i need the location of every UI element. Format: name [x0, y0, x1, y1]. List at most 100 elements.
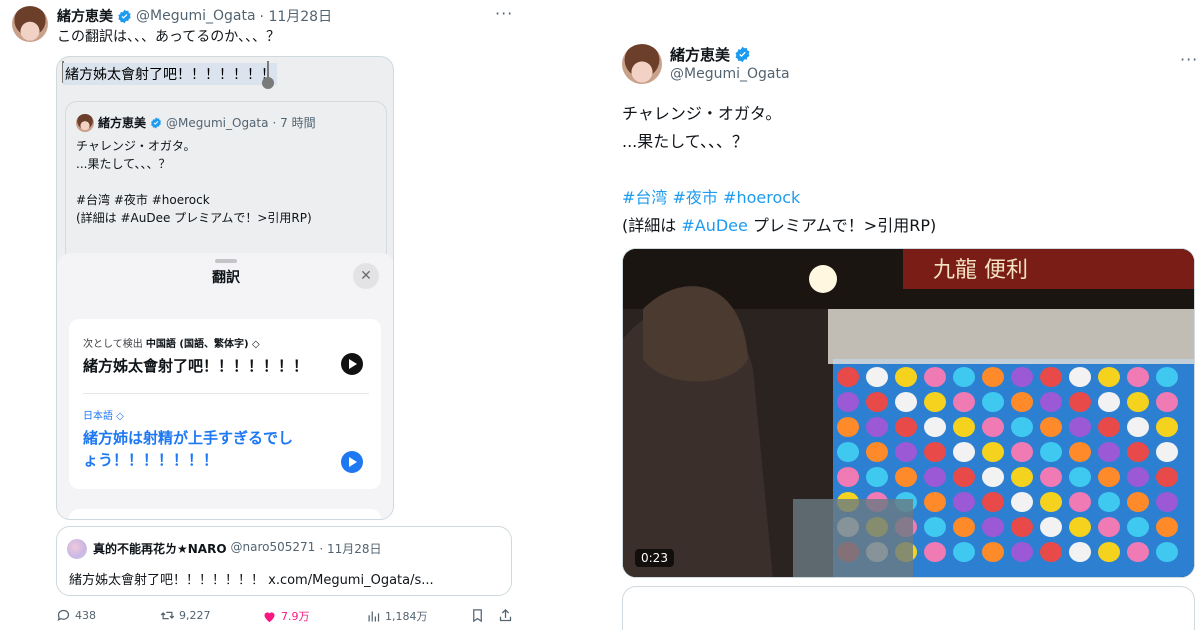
balloon [953, 492, 975, 512]
source-language: 中国語 (国語、繁体字) ◇ [145, 339, 260, 350]
author-name-row: 緒方恵美 [670, 44, 751, 65]
source-language-label[interactable]: 次として検出 中国語 (国語、繁体字) ◇ [83, 335, 260, 350]
balloon [1098, 467, 1120, 487]
balloon [1011, 542, 1033, 562]
tweet-header: 緒方恵美 @Megumi_Ogata · 11月28日 [57, 6, 332, 26]
balloon [953, 467, 975, 487]
hashtag-line: #台湾 #夜市 #hoerock [622, 184, 936, 212]
balloon [982, 517, 1004, 537]
author-handle: @naro505271 [230, 540, 316, 554]
hashtag-link[interactable]: #台湾 [622, 188, 667, 207]
balloon [1069, 517, 1091, 537]
avatar[interactable] [622, 44, 662, 84]
text-line: チャレンジ・オガタ。 [622, 104, 782, 123]
avatar [67, 539, 87, 559]
quoted-tweet-text: 緒方姊太會射了吧！！！！！！！ x.com/Megumi_Ogata/s... [69, 573, 434, 588]
balloon [866, 417, 888, 437]
like-count: 7.9万 [281, 610, 310, 623]
balloon [837, 392, 859, 412]
video-player[interactable]: 九龍 便利 0:23 [622, 248, 1195, 578]
balloon [837, 417, 859, 437]
close-icon[interactable]: ✕ [353, 263, 379, 289]
detail-suffix: プレミアムで！>引用RP) [747, 216, 937, 235]
hashtag-link[interactable]: #hoerock [723, 188, 800, 207]
repost-count: 9,227 [179, 609, 211, 622]
play-source-icon[interactable] [341, 353, 363, 375]
more-icon[interactable]: ··· [1180, 50, 1198, 69]
translated-text: 緒方姉は射精が上手すぎるでしょう！！！！！！！ [83, 429, 294, 469]
balloon [953, 517, 975, 537]
balloon [1069, 492, 1091, 512]
balloon [924, 467, 946, 487]
balloon [837, 367, 859, 387]
quoted-tweet-header: 真的不能再花ㄌ★NARO @naro505271 · 11月28日 [93, 540, 381, 557]
hashtag-link[interactable]: #夜市 [673, 188, 718, 207]
reply-button[interactable]: 438 [56, 608, 96, 623]
balloon [924, 442, 946, 462]
share-button[interactable] [498, 608, 513, 623]
share-icon [499, 608, 512, 622]
balloon [1040, 542, 1062, 562]
reply-icon [57, 609, 70, 622]
balloon [866, 367, 888, 387]
balloon [1127, 367, 1149, 387]
balloon [1040, 442, 1062, 462]
tweet-text: チャレンジ・オガタ。 ...果たして、、、？ #台湾 #夜市 #hoerock … [622, 100, 936, 240]
sheet-grabber[interactable] [215, 259, 237, 263]
quoted-tweet[interactable]: 真的不能再花ㄌ★NARO @naro505271 · 11月28日 緒方姊太會射… [56, 526, 512, 596]
author-name[interactable]: 緒方恵美 [670, 44, 730, 65]
balloon [924, 542, 946, 562]
attached-screenshot[interactable]: 緒方姊太會射了吧！！！！！！！ 緒方恵美 @Megumi_Ogata · 7 時… [56, 56, 394, 520]
video-frame: 九龍 便利 [623, 249, 1194, 577]
reply-count: 438 [75, 609, 96, 622]
balloon [1011, 517, 1033, 537]
author-handle[interactable]: @Megumi_Ogata [136, 8, 256, 24]
balloon [1156, 517, 1178, 537]
balloon [1127, 517, 1149, 537]
tweet-date[interactable]: · 11月28日 [260, 6, 333, 26]
more-icon[interactable]: ··· [495, 4, 513, 23]
text-line: ...果たして、、、？ [76, 157, 171, 171]
balloon [953, 442, 975, 462]
embedded-tweet-text: チャレンジ・オガタ。 ...果たして、、、？ #台湾 #夜市 #hoerock … [76, 137, 312, 227]
avatar[interactable] [12, 6, 48, 42]
balloon [1040, 417, 1062, 437]
balloon [895, 392, 917, 412]
balloon [1098, 417, 1120, 437]
balloon [953, 367, 975, 387]
repost-button[interactable]: 9,227 [160, 608, 211, 623]
balloon [982, 442, 1004, 462]
target-language[interactable]: 日本語 ◇ [83, 407, 124, 422]
balloon [1098, 542, 1120, 562]
right-tweet: 緒方恵美 @Megumi_Ogata ··· チャレンジ・オガタ。 ...果たし… [600, 0, 1200, 630]
play-translation-icon[interactable] [341, 451, 363, 473]
views-button[interactable]: 1,184万 [366, 608, 428, 624]
balloon [1011, 442, 1033, 462]
tweet-date: · 11月28日 [319, 542, 382, 556]
like-button[interactable]: 7.9万 [262, 608, 310, 624]
balloon [1011, 417, 1033, 437]
text-line: ...果たして、、、？ [622, 132, 748, 151]
author-name[interactable]: 緒方恵美 [57, 6, 113, 26]
author-handle[interactable]: @Megumi_Ogata [670, 66, 790, 82]
bookmark-button[interactable] [470, 608, 485, 623]
balloon [1040, 367, 1062, 387]
balloon [895, 417, 917, 437]
left-tweet: 緒方恵美 @Megumi_Ogata · 11月28日 ··· この翻訳は、、、… [0, 0, 540, 630]
hashtag-link[interactable]: #AuDee [681, 216, 748, 235]
divider [83, 393, 369, 394]
balloon [1156, 467, 1178, 487]
balloon [1156, 542, 1178, 562]
balloon [953, 542, 975, 562]
balloon [1011, 467, 1033, 487]
balloon [982, 492, 1004, 512]
balloon [1069, 392, 1091, 412]
detail-prefix: (詳細は [622, 216, 682, 235]
views-icon [368, 611, 380, 621]
balloon [1011, 392, 1033, 412]
tweet-text: この翻訳は、、、あってるのか、、、？ [57, 29, 281, 45]
balloon [1127, 467, 1149, 487]
balloon [1069, 467, 1091, 487]
text-line: #台湾 #夜市 #hoerock [76, 193, 210, 207]
balloon [866, 392, 888, 412]
